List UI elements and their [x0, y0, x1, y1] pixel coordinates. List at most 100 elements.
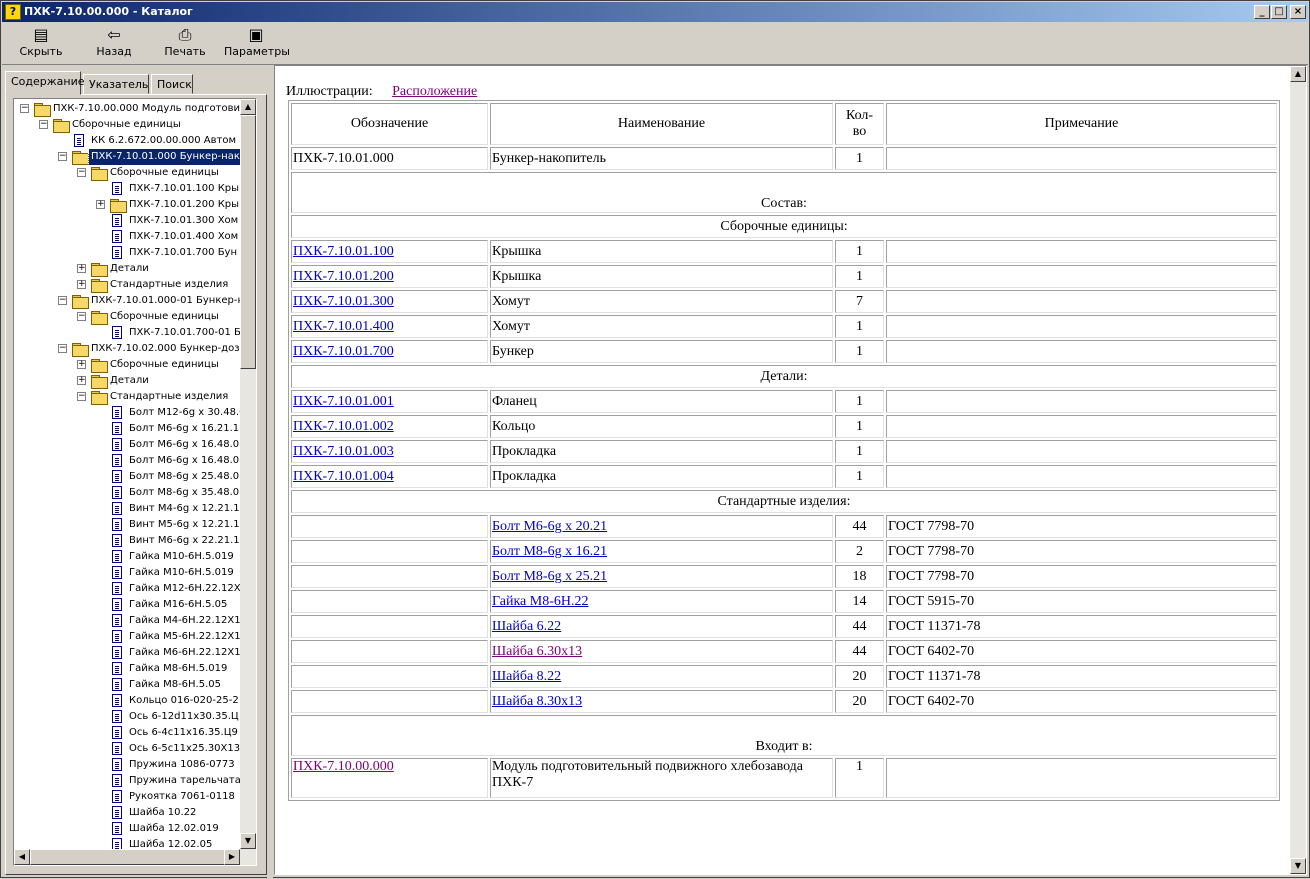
- tree-item[interactable]: Гайка М12-6Н.22.12Х: [14, 581, 240, 597]
- item-link[interactable]: Шайба 8.22: [492, 669, 561, 684]
- tree-item[interactable]: ПХК-7.10.01.300 Хом: [14, 213, 240, 229]
- item-code[interactable]: ПХК-7.10.01.001: [291, 390, 488, 413]
- item-link[interactable]: Шайба 6.30х13: [492, 644, 582, 659]
- collapse-icon[interactable]: −: [20, 104, 29, 113]
- tree-item[interactable]: − Стандартные изделия: [14, 389, 240, 405]
- tree-item[interactable]: ПХК-7.10.01.700-01 Б: [14, 325, 240, 341]
- tree-item[interactable]: Гайка М10-6Н.5.019: [14, 565, 240, 581]
- tree-item[interactable]: Гайка М4-6Н.22.12Х1: [14, 613, 240, 629]
- tree-item[interactable]: Пружина тарельчата: [14, 773, 240, 789]
- expand-icon[interactable]: +: [77, 280, 86, 289]
- tree-item[interactable]: Ось 6-4с11х16.35.Ц9: [14, 725, 240, 741]
- tree-item[interactable]: Пружина 1086-0773: [14, 757, 240, 773]
- tree-item[interactable]: Гайка М8-6Н.5.05: [14, 677, 240, 693]
- collapse-icon[interactable]: −: [77, 392, 86, 401]
- item-code[interactable]: ПХК-7.10.01.300: [291, 290, 488, 313]
- item-code[interactable]: ПХК-7.10.01.200: [291, 265, 488, 288]
- tree-item[interactable]: + Детали: [14, 373, 240, 389]
- tree-item[interactable]: Шайба 12.02.019: [14, 821, 240, 837]
- minimize-button[interactable]: _: [1254, 5, 1270, 19]
- scroll-up-icon[interactable]: ▲: [240, 99, 256, 115]
- tree-item[interactable]: − Сборочные единицы: [14, 165, 240, 181]
- hide-button[interactable]: ▤ Скрыть: [12, 25, 70, 63]
- item-link[interactable]: ПХК-7.10.01.100: [293, 244, 394, 259]
- tree-item[interactable]: Винт М5-6g x 12.21.1: [14, 517, 240, 533]
- contents-tree[interactable]: − ПХК-7.10.00.000 Модуль подготови − Сбороч…: [13, 98, 257, 866]
- close-button[interactable]: ×: [1290, 5, 1306, 19]
- tab-index[interactable]: Указатель: [83, 74, 149, 94]
- item-link[interactable]: Шайба 8.30х13: [492, 694, 582, 709]
- tree-item[interactable]: + Стандартные изделия: [14, 277, 240, 293]
- tree-item[interactable]: Болт М8-6g x 25.48.0: [14, 469, 240, 485]
- item-link[interactable]: Болт М6-6g x 20.21: [492, 519, 607, 534]
- item-link[interactable]: Болт М8-6g x 16.21: [492, 544, 607, 559]
- expand-icon[interactable]: +: [77, 360, 86, 369]
- item-name[interactable]: Шайба 6.22: [490, 615, 833, 638]
- item-link[interactable]: ПХК-7.10.01.200: [293, 269, 394, 284]
- print-button[interactable]: ⎙ Печать: [158, 25, 212, 63]
- item-code[interactable]: ПХК-7.10.01.003: [291, 440, 488, 463]
- tree-item[interactable]: Болт М6-6g x 16.48.0: [14, 453, 240, 469]
- scroll-down-icon[interactable]: ▼: [240, 833, 256, 849]
- scroll-right-icon[interactable]: ▶: [224, 849, 240, 865]
- item-link[interactable]: ПХК-7.10.00.000: [293, 759, 394, 774]
- collapse-icon[interactable]: −: [77, 312, 86, 321]
- tree-item[interactable]: − ПХК-7.10.02.000 Бункер-доз: [14, 341, 240, 357]
- tree-item[interactable]: Ось 6-12d11x30.35.Ц: [14, 709, 240, 725]
- tree-item[interactable]: Гайка М6-6Н.22.12Х1: [14, 645, 240, 661]
- tree-hscroll-thumb[interactable]: [30, 849, 228, 865]
- item-name[interactable]: Шайба 8.22: [490, 665, 833, 688]
- tree-item[interactable]: − ПХК-7.10.00.000 Модуль подготови: [14, 101, 240, 117]
- tree-item[interactable]: Винт М4-6g x 12.21.1: [14, 501, 240, 517]
- content-vertical-scrollbar[interactable]: ▲ ▼: [1290, 66, 1306, 874]
- item-link[interactable]: ПХК-7.10.01.001: [293, 394, 394, 409]
- item-link[interactable]: ПХК-7.10.01.400: [293, 319, 394, 334]
- tree-item[interactable]: КК 6.2.672.00.00.000 Автом: [14, 133, 240, 149]
- item-name[interactable]: Болт М8-6g x 25.21: [490, 565, 833, 588]
- collapse-icon[interactable]: −: [58, 296, 67, 305]
- tree-item[interactable]: Болт М6-6g x 16.21.1: [14, 421, 240, 437]
- expand-icon[interactable]: +: [77, 264, 86, 273]
- options-button[interactable]: ▣ Параметры: [224, 25, 290, 63]
- item-code[interactable]: ПХК-7.10.01.004: [291, 465, 488, 488]
- tree-item[interactable]: Болт М6-6g x 16.48.0: [14, 437, 240, 453]
- item-name[interactable]: Болт М6-6g x 20.21: [490, 515, 833, 538]
- tree-item[interactable]: − Сборочные единицы: [14, 117, 240, 133]
- item-link[interactable]: ПХК-7.10.01.004: [293, 469, 394, 484]
- tree-item[interactable]: + Детали: [14, 261, 240, 277]
- tab-contents[interactable]: Содержание: [5, 71, 85, 95]
- parent-code[interactable]: ПХК-7.10.00.000: [291, 758, 488, 798]
- item-link[interactable]: Болт М8-6g x 25.21: [492, 569, 607, 584]
- tab-search[interactable]: Поиск: [151, 74, 193, 94]
- back-button[interactable]: ⇦ Назад: [88, 25, 140, 63]
- content-scroll-down-icon[interactable]: ▼: [1290, 858, 1306, 874]
- tree-item[interactable]: Рукоятка 7061-0118: [14, 789, 240, 805]
- item-name[interactable]: Болт М8-6g x 16.21: [490, 540, 833, 563]
- item-code[interactable]: ПХК-7.10.01.400: [291, 315, 488, 338]
- panel-splitter[interactable]: [267, 65, 273, 879]
- tree-horizontal-scrollbar[interactable]: ◀ ▶: [14, 849, 256, 865]
- tree-item[interactable]: Кольцо 016-020-25-2: [14, 693, 240, 709]
- item-link[interactable]: ПХК-7.10.01.300: [293, 294, 394, 309]
- tree-item[interactable]: + Сборочные единицы: [14, 357, 240, 373]
- item-name[interactable]: Шайба 6.30х13: [490, 640, 833, 663]
- tree-item[interactable]: ПХК-7.10.01.100 Кры: [14, 181, 240, 197]
- expand-icon[interactable]: +: [77, 376, 86, 385]
- title-bar[interactable]: ? ПХК-7.10.00.000 - Каталог _ □ ×: [2, 2, 1308, 22]
- tree-item[interactable]: Шайба 10.22: [14, 805, 240, 821]
- tree-item[interactable]: + ПХК-7.10.01.200 Кры: [14, 197, 240, 213]
- collapse-icon[interactable]: −: [77, 168, 86, 177]
- item-name[interactable]: Шайба 8.30х13: [490, 690, 833, 713]
- layout-link[interactable]: Расположение: [392, 84, 477, 99]
- item-code[interactable]: ПХК-7.10.01.002: [291, 415, 488, 438]
- expand-icon[interactable]: +: [96, 200, 105, 209]
- tree-vertical-scrollbar[interactable]: ▲ ▼: [240, 99, 256, 849]
- tree-scroll-thumb[interactable]: [240, 115, 256, 369]
- tree-item[interactable]: Болт М8-6g x 35.48.0: [14, 485, 240, 501]
- item-link[interactable]: Гайка М8-6Н.22: [492, 594, 588, 609]
- tree-item[interactable]: ПХК-7.10.01.700 Бун: [14, 245, 240, 261]
- item-link[interactable]: ПХК-7.10.01.700: [293, 344, 394, 359]
- item-name[interactable]: Гайка М8-6Н.22: [490, 590, 833, 613]
- tree-item[interactable]: − ПХК-7.10.01.000 Бункер-нак: [14, 148, 241, 166]
- tree-item[interactable]: − ПХК-7.10.01.000-01 Бункер-н: [14, 293, 240, 309]
